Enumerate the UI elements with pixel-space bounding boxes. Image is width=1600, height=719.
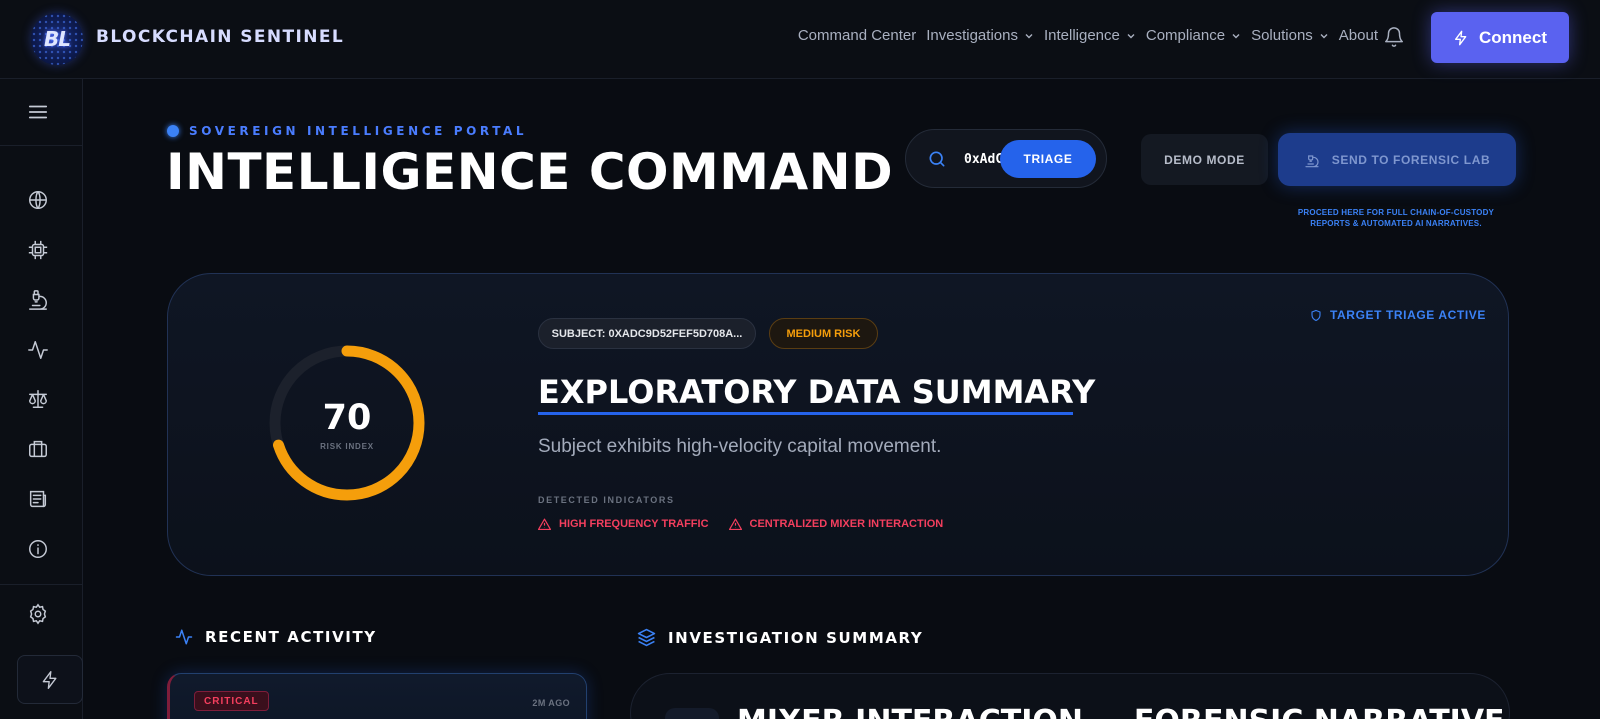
search-icon [929,151,945,167]
main-nav: Command Center Investigations Intelligen… [798,27,1378,44]
risk-summary-card: 70 RISK INDEX SUBJECT: 0XADC9D52FEF5D708… [167,273,1509,576]
nav-command-center[interactable]: Command Center [798,27,916,44]
indicator-item: HIGH FREQUENCY TRAFFIC [538,518,709,530]
activity-icon [175,629,193,645]
nav-label: Command Center [797,27,917,44]
shield-icon [1311,309,1321,321]
status-dot [167,125,179,137]
forensic-note: PROCEED HERE FOR FULL CHAIN-OF-CUSTODY R… [1297,208,1495,228]
connect-label: Connect [1479,27,1547,47]
nav-label: Compliance [1145,27,1226,44]
activity-icon[interactable] [27,339,49,361]
card-title: EXPLORATORY DATA SUMMARY [538,373,1096,411]
quick-action-button[interactable] [17,655,83,704]
activity-item[interactable]: CRITICAL 2M AGO [167,673,587,719]
brand-logo[interactable]: BL [31,13,83,65]
nav-about[interactable]: About [1339,27,1378,44]
subject-chip[interactable]: SUBJECT: 0XADC9D52FEF5D708A... [538,318,756,349]
gear-icon[interactable] [27,603,49,625]
sidebar-divider [0,584,83,585]
brand-name[interactable]: BLOCKCHAIN SENTINEL [96,27,344,47]
bell-icon[interactable] [1383,25,1405,49]
title-underline [538,412,1073,415]
top-navbar: BL BLOCKCHAIN SENTINEL Command Center In… [0,0,1600,79]
risk-level-badge: MEDIUM RISK [769,318,878,349]
chevron-down-icon [1127,33,1135,38]
nav-label: Solutions [1251,27,1313,44]
page-title: INTELLIGENCE COMMAND [166,143,894,201]
portal-eyebrow: SOVEREIGN INTELLIGENCE PORTAL [167,124,527,138]
chevron-down-icon [1025,33,1033,38]
chevron-down-icon [1232,33,1240,38]
indicators-label: DETECTED INDICATORS [538,495,675,505]
send-to-forensic-lab-button[interactable]: SEND TO FORENSIC LAB [1278,133,1516,186]
connect-button[interactable]: Connect [1431,12,1569,63]
logo-monogram: BL [44,27,71,51]
triage-button[interactable]: TRIAGE [1000,140,1096,178]
nav-solutions[interactable]: Solutions [1251,27,1329,44]
investigation-summary-title: INVESTIGATION SUMMARY [668,628,924,647]
nav-label: Investigations [926,27,1018,44]
chip-icon[interactable] [27,239,49,261]
card-description: Subject exhibits high-velocity capital m… [538,436,942,457]
indicator-item: CENTRALIZED MIXER INTERACTION [728,518,944,530]
summary-card-heading: MIXER INTERACTION — FORENSIC NARRATIVE [737,704,1505,719]
address-search: TRIAGE [905,129,1107,188]
layers-icon [637,628,656,647]
warning-icon [538,518,551,530]
chevron-down-icon [1320,33,1328,38]
sidebar-divider [0,145,83,146]
recent-activity-heading: RECENT ACTIVITY [175,628,377,646]
nav-compliance[interactable]: Compliance [1146,27,1241,44]
target-triage-label: TARGET TRIAGE ACTIVE [1330,308,1486,322]
sidebar [0,79,83,719]
nav-investigations[interactable]: Investigations [926,27,1034,44]
newspaper-icon[interactable] [27,488,49,510]
nav-label: Intelligence [1043,27,1120,44]
demo-mode-button[interactable]: DEMO MODE [1141,134,1268,185]
investigation-summary-heading: INVESTIGATION SUMMARY [637,628,923,647]
indicators-list: HIGH FREQUENCY TRAFFIC CENTRALIZED MIXER… [538,518,943,530]
activity-time: 2M AGO [532,698,570,708]
microscope-icon [1305,154,1319,167]
briefcase-icon[interactable] [27,438,49,460]
bolt-icon [1455,30,1467,45]
info-icon[interactable] [27,538,49,560]
summary-icon-box [665,708,719,719]
indicator-label: HIGH FREQUENCY TRAFFIC [559,518,709,530]
nav-intelligence[interactable]: Intelligence [1044,27,1136,44]
bolt-icon [42,670,57,689]
scales-icon[interactable] [27,388,49,410]
microscope-icon[interactable] [27,289,49,311]
severity-badge: CRITICAL [194,691,269,711]
warning-icon [728,518,742,530]
nav-label: About [1338,27,1378,44]
eyebrow-label: SOVEREIGN INTELLIGENCE PORTAL [189,124,528,138]
investigation-summary-card: MIXER INTERACTION — FORENSIC NARRATIVE [630,673,1510,719]
indicator-label: CENTRALIZED MIXER INTERACTION [749,518,944,530]
recent-activity-title: RECENT ACTIVITY [205,628,377,646]
address-search-input[interactable] [964,149,1004,169]
target-triage-status: TARGET TRIAGE ACTIVE [1310,308,1486,322]
risk-score: 70 [322,398,372,438]
menu-icon[interactable] [27,101,49,123]
globe-icon[interactable] [27,189,49,211]
risk-score-label: RISK INDEX [320,442,374,451]
forensic-label: SEND TO FORENSIC LAB [1331,152,1491,167]
